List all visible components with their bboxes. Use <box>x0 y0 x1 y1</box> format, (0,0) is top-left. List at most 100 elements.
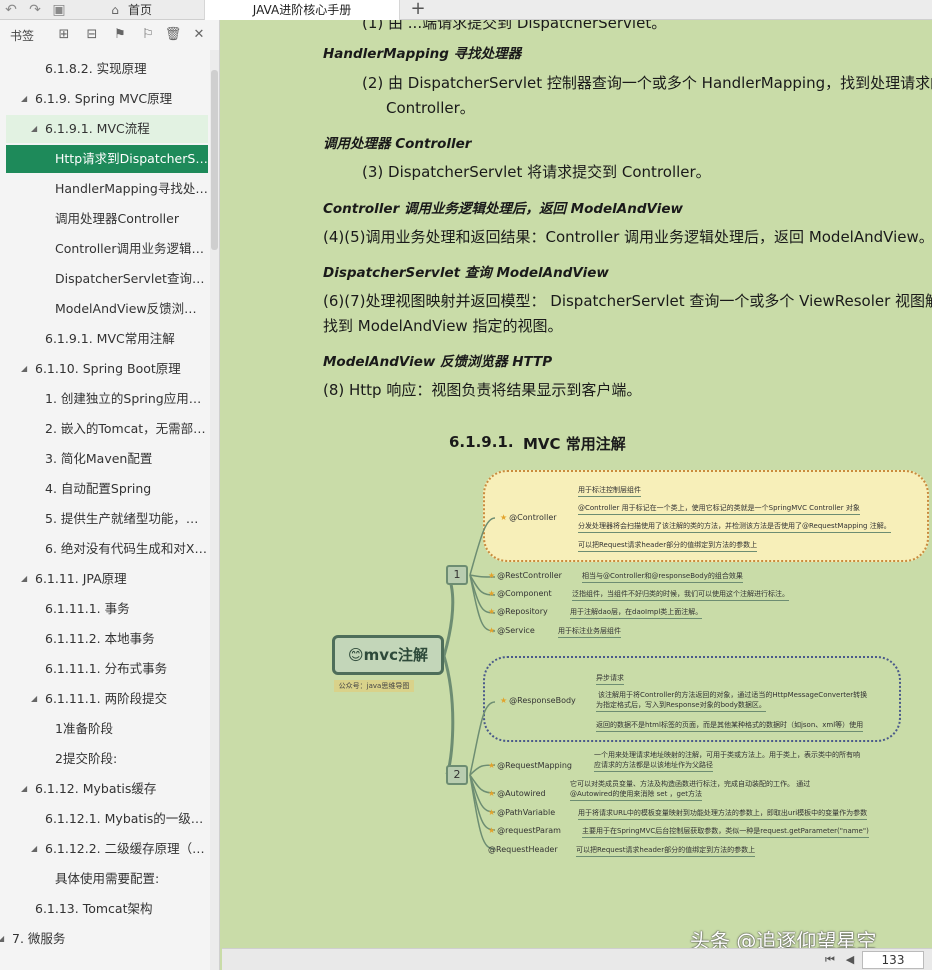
bookmark-icon[interactable]: ⚐ <box>139 26 157 44</box>
expand-triangle-icon[interactable]: ◢ <box>21 775 27 803</box>
node-restcontroller: ★ @RestController <box>488 571 562 580</box>
expand-triangle-icon[interactable]: ◢ <box>21 85 27 113</box>
save-icon[interactable]: ▣ <box>50 1 68 19</box>
node-service: ★ @Service <box>488 626 535 635</box>
desc-pathvariable: 用于将请求URL中的模板变量映射到功能处理方法的参数上，即取出uri模板中的变量… <box>578 808 868 820</box>
sidebar-item[interactable]: ◢ 7. 微服务 <box>0 925 208 953</box>
sidebar-item-label: 6.1.12.2. 二级缓存原理（m… <box>45 841 208 856</box>
add-bookmark-icon[interactable]: ⚑ <box>111 26 129 44</box>
sidebar-item[interactable]: 6.1.11.2. 本地事务 <box>0 625 208 653</box>
desc-autowired-2: @Autowired的使用来消除 set ，get方法 <box>570 789 703 801</box>
sidebar-item[interactable]: ◢ 6.1.12. Mybatis缓存 <box>0 775 208 803</box>
desc-controller-3: 分发处理器将会扫描使用了该注解的类的方法，并检测该方法是否使用了@Request… <box>578 521 891 533</box>
expand-triangle-icon[interactable]: ◢ <box>0 925 4 953</box>
sidebar-item[interactable]: 6.1.12.1. Mybatis的一级缓… <box>0 805 208 833</box>
collapse-all-icon[interactable]: ⊟ <box>83 26 101 44</box>
sidebar-item[interactable]: ◢ 6.1.9. Spring MVC原理 <box>0 85 208 113</box>
node-requestheader: @RequestHeader <box>488 845 558 854</box>
heading-query-modelandview: DispatcherServlet 查询 ModelAndView <box>323 265 609 281</box>
sidebar-item[interactable]: Controller调用业务逻辑处… <box>0 235 208 263</box>
expand-triangle-icon[interactable]: ◢ <box>21 355 27 383</box>
tab-document-label: JAVA进阶核心手册 <box>252 3 352 17</box>
sidebar-header: 书签 ⊞ ⊟ ⚑ ⚐ 🗑 ✕ <box>0 20 220 50</box>
sidebar-item-label: 具体使用需要配置: <box>55 871 160 886</box>
branch-2: 2 <box>446 765 468 785</box>
sidebar-item-label: 6.1.9.1. MVC常用注解 <box>45 331 175 346</box>
first-page-icon[interactable]: ⏮ <box>822 952 838 968</box>
star-icon: ★ <box>488 589 496 598</box>
delete-icon[interactable]: 🗑 <box>164 26 182 44</box>
node-repository: ★ @Repository <box>488 607 548 616</box>
sidebar-item-label: 5. 提供生产就绪型功能，如… <box>45 511 208 526</box>
paragraph-45: (4)(5)调用业务处理和返回结果：Controller 调用业务逻辑处理后，返… <box>323 228 932 246</box>
mind-map-root-caption: 公众号：java思维导图 <box>334 680 414 692</box>
sidebar-item[interactable]: 2. 嵌入的Tomcat，无需部… <box>0 415 208 443</box>
tab-home-label: 首页 <box>128 3 153 17</box>
expand-all-icon[interactable]: ⊞ <box>55 26 73 44</box>
desc-responsebody-3: 返回的数据不是html标签的页面，而是其他某种格式的数据时（如json、xml等… <box>596 720 864 732</box>
sidebar-item[interactable]: 6.1.11.1. 事务 <box>0 595 208 623</box>
sidebar-item[interactable]: 6.1.11.1. 分布式事务 <box>0 655 208 683</box>
sidebar-item[interactable]: DispatcherServlet查询M… <box>0 265 208 293</box>
sidebar-item[interactable]: 3. 简化Maven配置 <box>0 445 208 473</box>
paragraph-67-line1: (6)(7)处理视图映射并返回模型： DispatcherServlet 查询一… <box>323 292 932 310</box>
sidebar-item[interactable]: 6.1.8.2. 实现原理 <box>0 55 208 83</box>
sidebar-item-label: ModelAndView反馈浏览… <box>55 301 208 316</box>
sidebar-item-label: 4. 自动配置Spring <box>45 481 152 496</box>
node-autowired: ★ @Autowired <box>488 789 546 798</box>
sidebar-item[interactable]: ◢ 6.1.9.1. MVC流程 <box>6 115 208 143</box>
paragraph-2-line2: Controller。 <box>386 99 475 117</box>
sidebar-item[interactable]: 6.1.9.1. MVC常用注解 <box>0 325 208 353</box>
tab-home[interactable]: ⌂ 首页 <box>98 0 202 20</box>
sidebar-item-label: 1准备阶段 <box>55 721 113 736</box>
undo-icon[interactable]: ↶ <box>2 1 20 19</box>
sidebar-item[interactable]: 1. 创建独立的Spring应用程序 <box>0 385 208 413</box>
node-controller: ★ @Controller <box>500 513 557 522</box>
sidebar-item[interactable]: 6.1.13. Tomcat架构 <box>0 895 208 923</box>
sidebar-item[interactable]: 1准备阶段 <box>0 715 208 743</box>
sidebar-item[interactable]: ◢ 6.1.10. Spring Boot原理 <box>0 355 208 383</box>
prev-page-icon[interactable]: ◀ <box>842 952 858 968</box>
sidebar-item-label: 7. 微服务 <box>12 931 66 946</box>
sidebar-item-label: HandlerMapping寻找处… <box>55 181 208 196</box>
sidebar-item-label: 2提交阶段: <box>55 751 118 766</box>
sidebar-item[interactable]: 具体使用需要配置: <box>0 865 208 893</box>
sidebar-item[interactable]: 5. 提供生产就绪型功能，如… <box>0 505 208 533</box>
new-tab-button[interactable]: + <box>408 0 428 20</box>
sidebar-item-label: 6.1.11.2. 本地事务 <box>45 631 155 646</box>
expand-triangle-icon[interactable]: ◢ <box>31 115 37 143</box>
scrollbar-thumb[interactable] <box>211 70 218 250</box>
mind-map-root: 😊mvc注解 <box>332 635 444 675</box>
sidebar-scrollbar[interactable] <box>210 50 219 970</box>
desc-requestparam: 主要用于在SpringMVC后台控制层获取参数，类似一种是request.get… <box>582 826 869 838</box>
node-requestmapping: ★ @RequestMapping <box>488 761 572 770</box>
paragraph-8: (8) Http 响应：视图负责将结果显示到客户端。 <box>323 381 642 399</box>
sidebar-item[interactable]: Http请求到DispatcherSer… <box>6 145 208 173</box>
section-number: 6.1.9.1. <box>449 433 514 451</box>
sidebar-item-label: 3. 简化Maven配置 <box>45 451 153 466</box>
sidebar-item[interactable]: ◢ 6.1.12.2. 二级缓存原理（m… <box>0 835 208 863</box>
sidebar-item-label: 6.1.12.1. Mybatis的一级缓… <box>45 811 208 826</box>
sidebar-item-label: 6. 绝对没有代码生成和对X… <box>45 541 207 556</box>
sidebar-item[interactable]: ◢ 6.1.11. JPA原理 <box>0 565 208 593</box>
expand-triangle-icon[interactable]: ◢ <box>21 565 27 593</box>
expand-triangle-icon[interactable]: ◢ <box>31 685 37 713</box>
sidebar-item[interactable]: ◢ 6.1.11.1. 两阶段提交 <box>0 685 208 713</box>
sidebar-item[interactable]: 4. 自动配置Spring <box>0 475 208 503</box>
desc-service: 用于标注业务层组件 <box>558 626 621 638</box>
sidebar-item-label: Http请求到DispatcherSer… <box>55 151 208 166</box>
redo-icon[interactable]: ↷ <box>26 1 44 19</box>
expand-triangle-icon[interactable]: ◢ <box>31 835 37 863</box>
page-navigation-bar: ⏮ ◀ 133 <box>222 948 932 970</box>
close-icon[interactable]: ✕ <box>190 26 208 44</box>
sidebar-item[interactable]: 调用处理器Controller <box>0 205 208 233</box>
page-number-input[interactable]: 133 <box>862 951 924 969</box>
star-icon: ★ <box>488 607 496 616</box>
paragraph-67-line2: 找到 ModelAndView 指定的视图。 <box>323 317 563 335</box>
sidebar-item[interactable]: HandlerMapping寻找处… <box>0 175 208 203</box>
node-requestparam: ★ @requestParam <box>488 826 561 835</box>
sidebar-item[interactable]: 6. 绝对没有代码生成和对X… <box>0 535 208 563</box>
tab-document[interactable]: JAVA进阶核心手册 <box>204 0 400 20</box>
sidebar-item[interactable]: ModelAndView反馈浏览… <box>0 295 208 323</box>
sidebar-item[interactable]: 2提交阶段: <box>0 745 208 773</box>
